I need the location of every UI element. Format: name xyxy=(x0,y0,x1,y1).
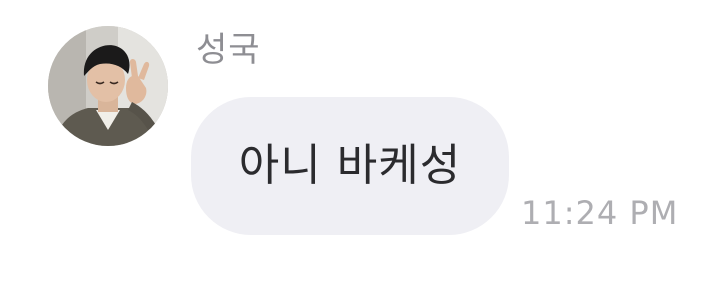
sender-avatar[interactable] xyxy=(48,26,168,146)
message-bubble[interactable]: 아니 바케성 xyxy=(191,97,509,235)
message-text: 아니 바케성 xyxy=(238,140,462,191)
profile-photo-icon xyxy=(48,26,168,146)
message-timestamp: 11:24 PM xyxy=(521,194,679,232)
sender-name: 성국 xyxy=(196,30,261,70)
incoming-message-row: 성국 아니 바케성 11:24 PM xyxy=(0,0,714,286)
